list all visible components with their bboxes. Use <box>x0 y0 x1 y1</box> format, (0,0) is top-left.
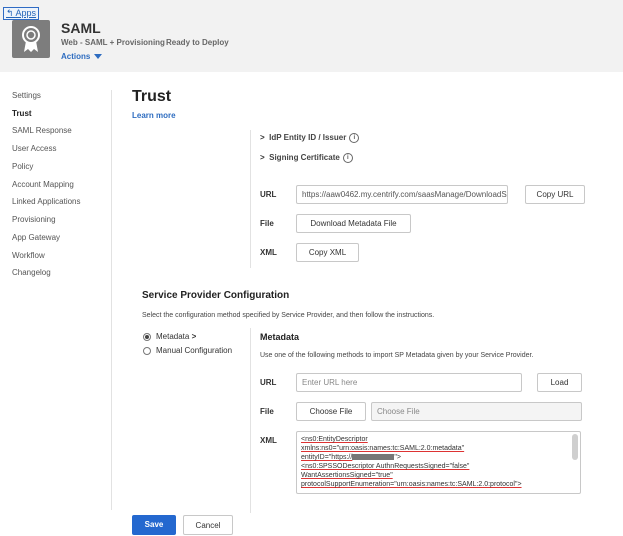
xml-entity-id: entityID="https:// <box>301 454 353 461</box>
sidebar-item-linked-applications[interactable]: Linked Applications <box>12 197 81 206</box>
sidebar-item-app-gateway[interactable]: App Gateway <box>12 233 60 242</box>
xml-scrollbar[interactable] <box>572 434 578 460</box>
idp-entity-id-label: IdP Entity ID / Issuer <box>269 133 347 143</box>
download-metadata-button[interactable]: Download Metadata File <box>296 214 411 233</box>
certificate-badge-icon <box>22 26 40 52</box>
page-title: Trust <box>132 88 172 105</box>
signing-certificate-expander[interactable]: > Signing Certificate i <box>260 153 353 163</box>
xml-line: WantAssertionsSigned="true" <box>301 472 393 479</box>
caret-down-icon <box>94 54 103 60</box>
sp-config-instructions: Select the configuration method specifie… <box>142 312 435 319</box>
signing-certificate-label: Signing Certificate <box>269 153 340 163</box>
load-button[interactable]: Load <box>537 373 582 392</box>
manual-configuration-option[interactable]: Manual Configuration <box>156 346 232 355</box>
metadata-file-label: File <box>260 407 274 416</box>
actions-dropdown[interactable]: Actions <box>61 52 103 61</box>
info-icon[interactable]: i <box>349 133 360 143</box>
copy-url-button[interactable]: Copy URL <box>525 185 585 204</box>
app-icon <box>12 20 50 58</box>
xml-line: <ns0:EntityDescriptor <box>301 436 368 443</box>
app-header <box>0 0 623 72</box>
choose-file-button[interactable]: Choose File <box>296 402 366 421</box>
back-to-apps-link[interactable]: ↰ Apps <box>3 7 40 20</box>
app-name: SAML <box>61 20 101 36</box>
idp-url-label: URL <box>260 190 277 199</box>
xml-line: xmlns:ns0="urn:oasis:names:tc:SAML:2.0:m… <box>301 445 465 452</box>
sp-config-title: Service Provider Configuration <box>142 290 290 301</box>
metadata-option-label: Metadata <box>156 332 190 341</box>
copy-xml-button[interactable]: Copy XML <box>296 243 359 262</box>
info-icon[interactable]: i <box>342 153 353 163</box>
metadata-xml-textarea[interactable]: <ns0:EntityDescriptor xmlns:ns0="urn:oas… <box>296 431 581 494</box>
xml-content: <ns0:EntityDescriptor xmlns:ns0="urn:oas… <box>301 435 569 489</box>
metadata-radio[interactable] <box>143 333 151 341</box>
idp-entity-id-expander[interactable]: > IdP Entity ID / Issuer i <box>260 133 360 143</box>
sidebar-item-account-mapping[interactable]: Account Mapping <box>12 180 74 189</box>
metadata-xml-label: XML <box>260 436 277 445</box>
sidebar-divider <box>111 90 112 510</box>
metadata-option[interactable]: Metadata > <box>156 332 196 341</box>
idp-section-divider <box>250 130 251 268</box>
xml-line: <ns0:SPSSODescriptor AuthnRequestsSigned… <box>301 463 470 470</box>
redacted-block <box>352 454 395 461</box>
chosen-file-field: Choose File <box>371 402 582 421</box>
sidebar-item-user-access[interactable]: User Access <box>12 144 56 153</box>
sidebar-item-changelog[interactable]: Changelog <box>12 268 51 277</box>
sidebar-item-workflow[interactable]: Workflow <box>12 251 45 260</box>
sidebar-item-provisioning[interactable]: Provisioning <box>12 215 56 224</box>
xml-line: entityID="https://"> <box>301 454 401 461</box>
app-status: Ready to Deploy <box>166 38 229 47</box>
idp-xml-label: XML <box>260 248 277 257</box>
metadata-title: Metadata <box>260 332 300 342</box>
sidebar-item-policy[interactable]: Policy <box>12 162 33 171</box>
cancel-button[interactable]: Cancel <box>183 515 233 535</box>
metadata-url-label: URL <box>260 378 277 387</box>
metadata-section-divider <box>250 328 251 513</box>
metadata-instructions: Use one of the following methods to impo… <box>260 352 534 359</box>
chevron-right-icon: > <box>260 153 265 163</box>
app-type: Web - SAML + Provisioning <box>61 38 165 47</box>
idp-file-label: File <box>260 219 274 228</box>
learn-more-link[interactable]: Learn more <box>132 111 176 120</box>
sidebar-item-saml-response[interactable]: SAML Response <box>12 126 72 135</box>
idp-url-field[interactable]: https://aaw0462.my.centrify.com/saasMana… <box>296 185 508 204</box>
manual-configuration-radio[interactable] <box>143 347 151 355</box>
xml-line: protocolSupportEnumeration="urn:oasis:na… <box>301 481 522 488</box>
chevron-right-icon: > <box>191 332 197 341</box>
sidebar-item-settings[interactable]: Settings <box>12 91 41 100</box>
chevron-right-icon: > <box>260 133 265 143</box>
back-link-label: Apps <box>15 8 37 18</box>
save-button[interactable]: Save <box>132 515 176 535</box>
actions-label: Actions <box>61 52 91 61</box>
metadata-url-input[interactable]: Enter URL here <box>296 373 522 392</box>
sidebar-item-trust[interactable]: Trust <box>12 109 32 118</box>
